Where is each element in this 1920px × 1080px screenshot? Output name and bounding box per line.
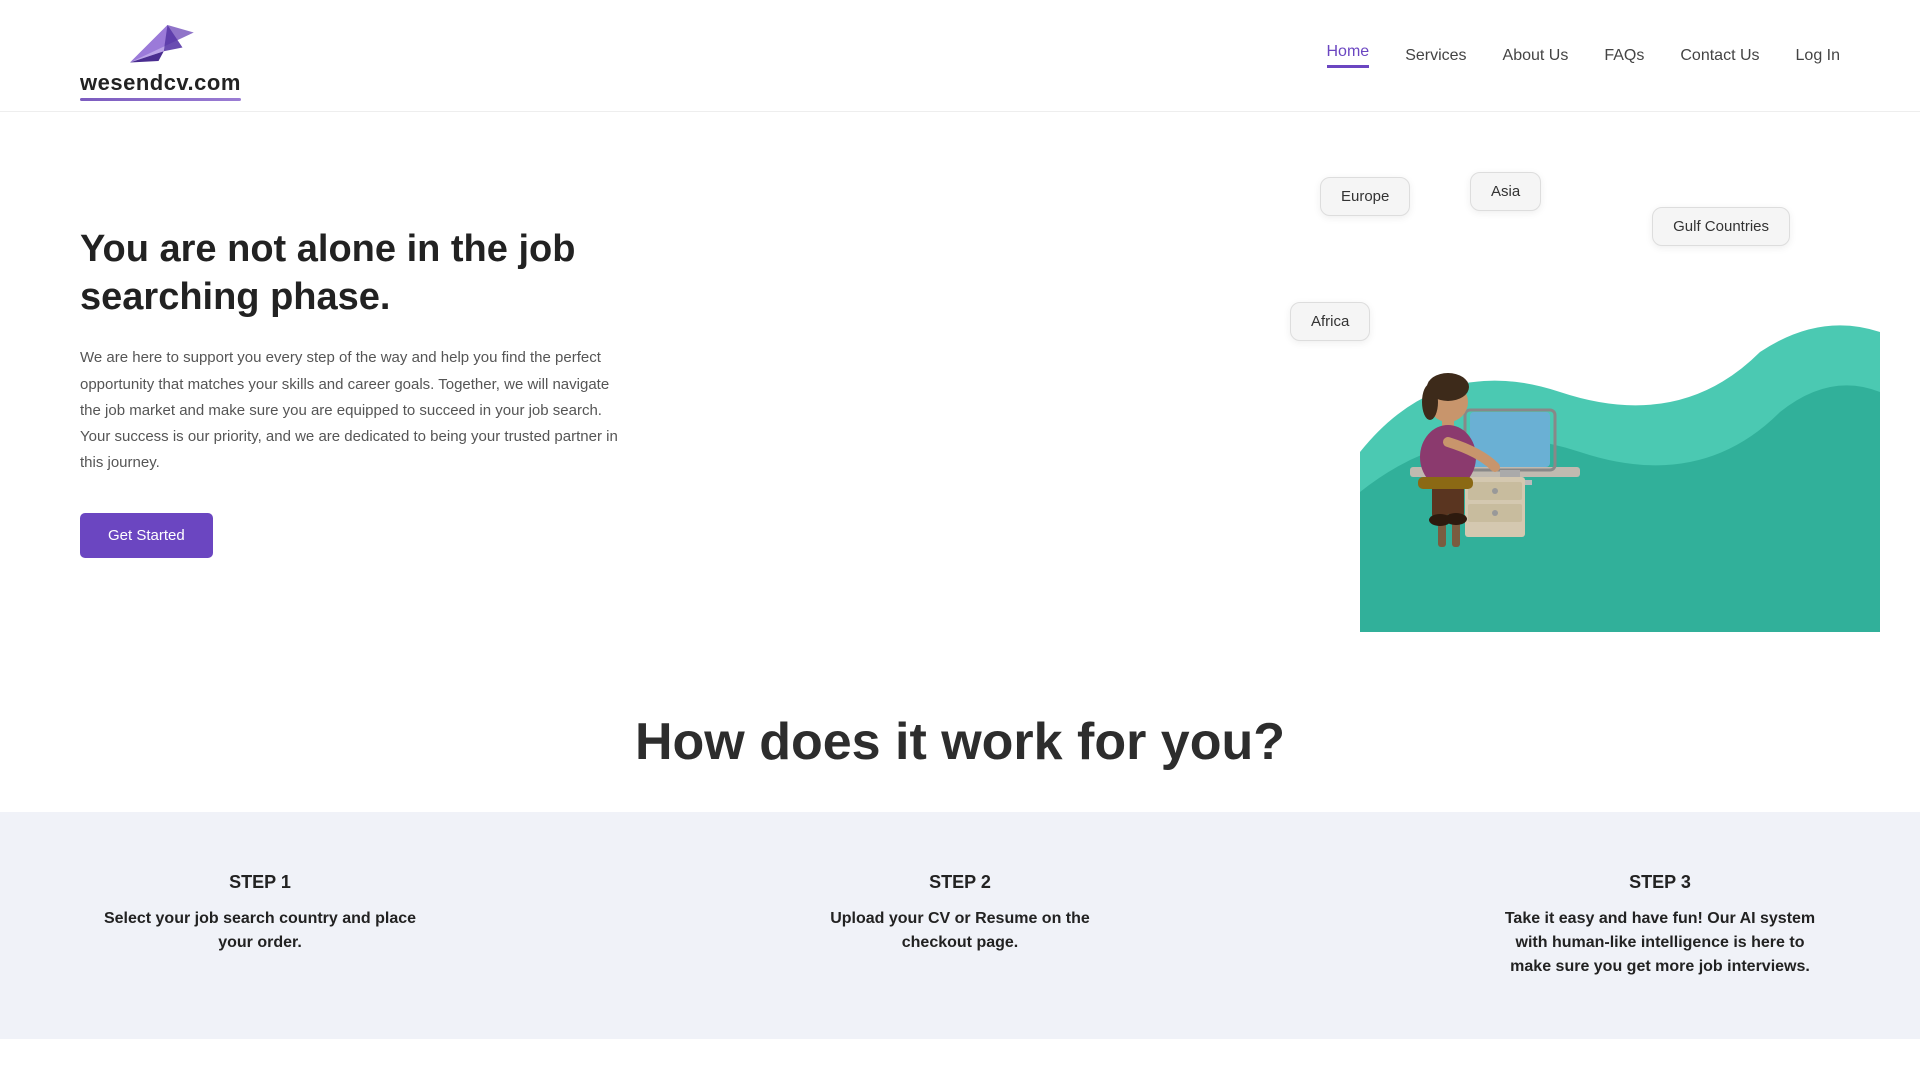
logo-underline <box>80 98 241 101</box>
steps-section: STEP 1 Select your job search country an… <box>0 812 1920 1039</box>
header: wesendcv.com Home Services About Us FAQs… <box>0 0 1920 112</box>
nav: Home Services About Us FAQs Contact Us L… <box>1327 43 1841 68</box>
nav-services[interactable]: Services <box>1405 47 1466 65</box>
step-2: STEP 2 Upload your CV or Resume on the c… <box>800 872 1120 979</box>
logo: wesendcv.com <box>80 10 241 101</box>
nav-about[interactable]: About Us <box>1503 47 1569 65</box>
step-3: STEP 3 Take it easy and have fun! Our AI… <box>1500 872 1820 979</box>
person-at-desk-icon <box>1380 322 1600 552</box>
hero-description: We are here to support you every step of… <box>80 345 620 476</box>
nav-home[interactable]: Home <box>1327 43 1370 68</box>
hero-title: You are not alone in the job searching p… <box>80 226 680 321</box>
bubble-europe: Europe <box>1320 177 1410 216</box>
step-1: STEP 1 Select your job search country an… <box>100 872 420 979</box>
nav-login[interactable]: Log In <box>1796 47 1840 65</box>
how-title: How does it work for you? <box>80 712 1840 772</box>
get-started-button[interactable]: Get Started <box>80 513 213 558</box>
hero-left: You are not alone in the job searching p… <box>80 226 680 557</box>
logo-text: wesendcv.com <box>80 70 241 96</box>
bubble-africa: Africa <box>1290 302 1370 341</box>
bubble-gulf: Gulf Countries <box>1652 207 1790 246</box>
step-3-desc: Take it easy and have fun! Our AI system… <box>1500 907 1820 979</box>
logo-icon <box>120 10 200 70</box>
nav-faqs[interactable]: FAQs <box>1604 47 1644 65</box>
step-1-label: STEP 1 <box>100 872 420 893</box>
step-1-desc: Select your job search country and place… <box>100 907 420 955</box>
hero-illustration: Europe Asia Gulf Countries Africa <box>1280 152 1840 632</box>
hero-section: You are not alone in the job searching p… <box>0 112 1920 652</box>
step-2-label: STEP 2 <box>800 872 1120 893</box>
step-2-desc: Upload your CV or Resume on the checkout… <box>800 907 1120 955</box>
how-section: How does it work for you? <box>0 652 1920 772</box>
step-3-label: STEP 3 <box>1500 872 1820 893</box>
nav-contact[interactable]: Contact Us <box>1680 47 1759 65</box>
bubble-asia: Asia <box>1470 172 1541 211</box>
